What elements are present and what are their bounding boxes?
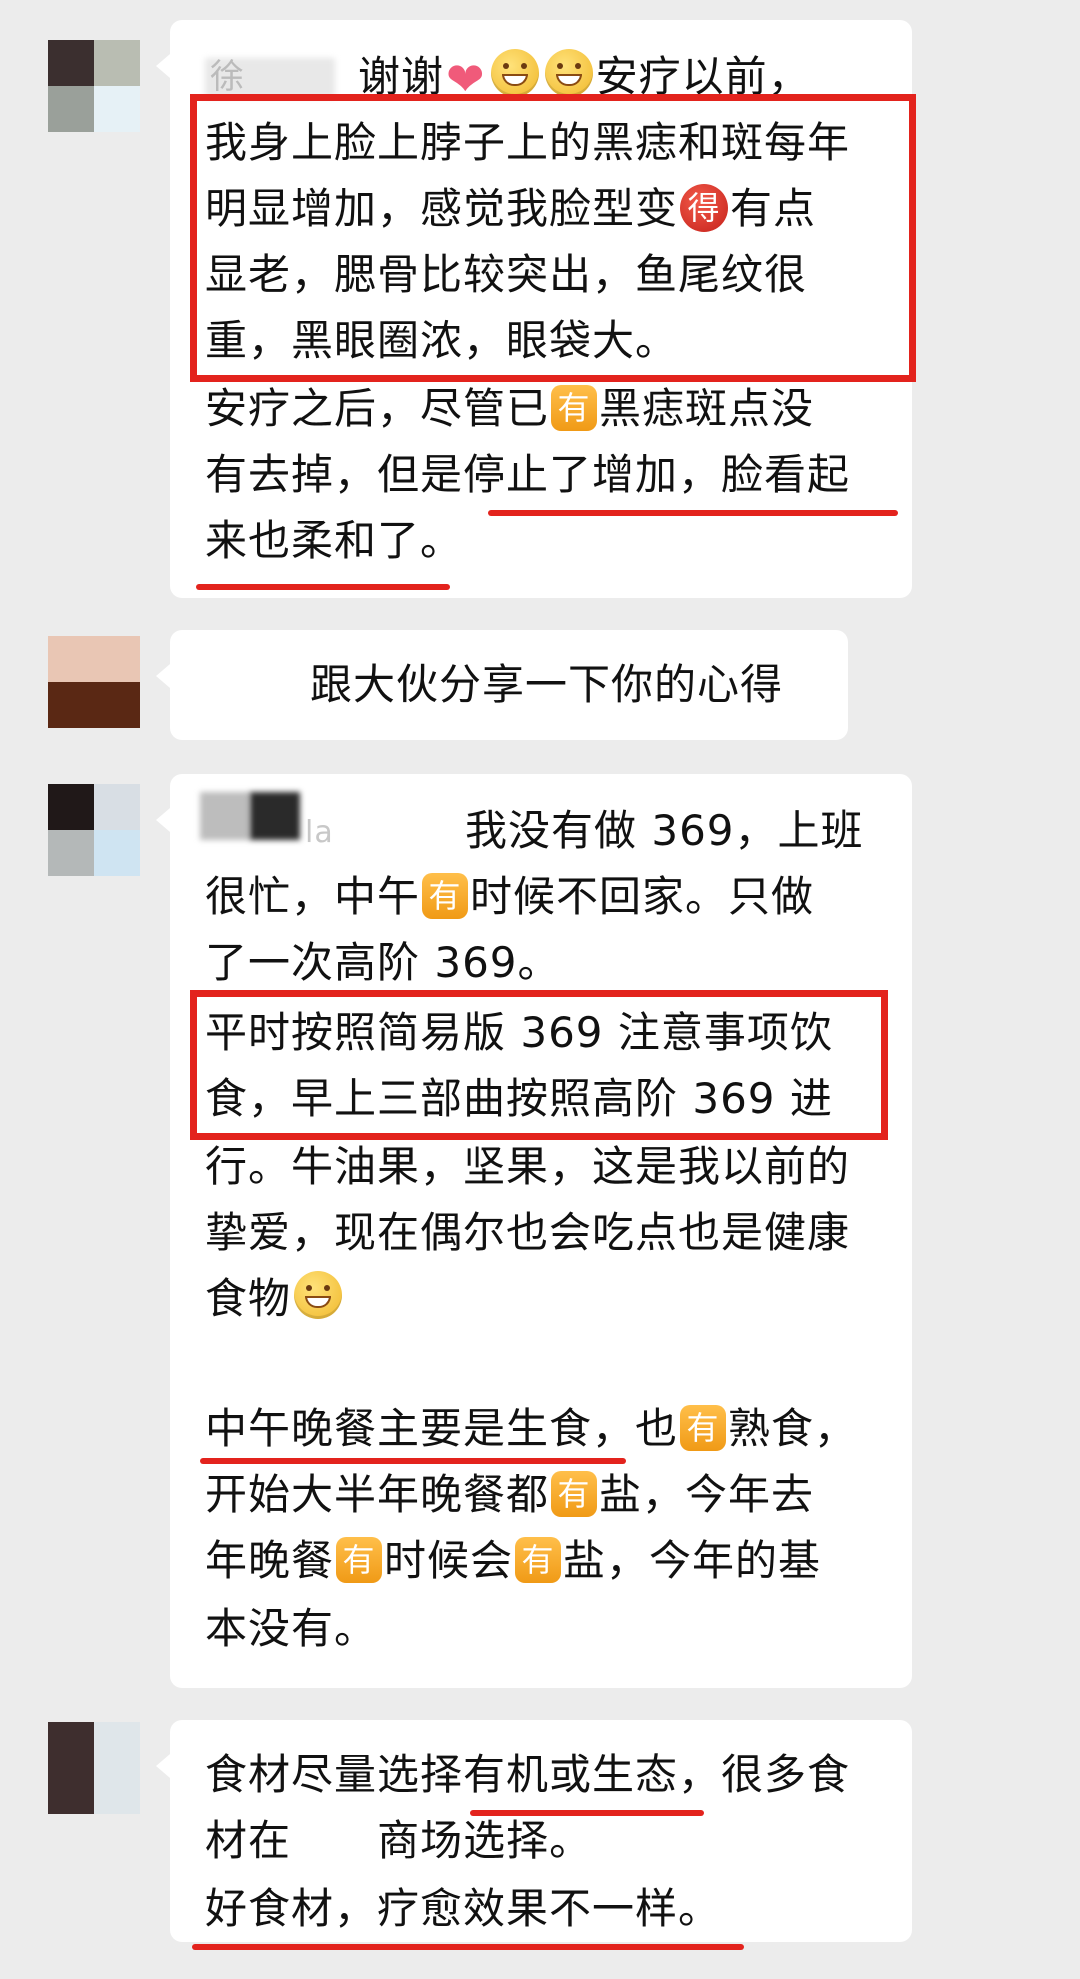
message-line: 行。牛油果，坚果，这是我以前的 [205,1134,850,1200]
text-span: 来也柔和了。 [205,516,464,565]
you-sticker-icon: 有 [551,1471,598,1517]
message-line: 食物 [205,1266,345,1332]
text-span: 本没有。 [205,1604,378,1653]
redacted-gap [291,1816,377,1865]
text-span: 食物 [205,1274,292,1323]
text-span: 黑痣斑点没 [599,384,815,433]
highlight-box [190,990,888,1140]
you-sticker-icon: 有 [515,1537,562,1583]
text-span: 食材尽量选择有机或生态，很多食 [205,1750,851,1799]
avatar[interactable] [48,784,140,876]
you-sticker-icon: 有 [422,873,469,919]
message-line: 挚爱，现在偶尔也会吃点也是健康 [205,1200,850,1266]
message-line: 中午晚餐主要是生食，也有熟食， [205,1396,857,1462]
text-span: 商场选择。 [377,1816,593,1865]
highlight-box [190,94,916,382]
text-span: 盐，今年的基 [563,1536,822,1585]
message-line: 年晚餐有时候会有盐，今年的基 [205,1528,821,1594]
text-span: 挚爱，现在偶尔也会吃点也是健康 [205,1208,851,1257]
redacted-name [250,792,300,840]
message-line: 很忙，中午有时候不回家。只做 [205,864,814,930]
text-span: 跟大伙分享一下你的心得 [310,660,784,709]
grin-emoji-icon [294,1271,343,1319]
text-span: 行。牛油果，坚果，这是我以前的 [205,1142,851,1191]
text-span: 熟食， [728,1404,858,1453]
message-line: 了一次高阶 369。 [205,930,561,996]
message-line: 材在 商场选择。 [205,1808,592,1874]
highlight-underline [470,1810,704,1816]
text-span: 中午晚餐主要是生食，也 [205,1404,679,1453]
grin-emoji-icon [544,49,593,97]
highlight-underline [192,1944,744,1950]
sender-name: la [305,815,334,850]
text-span: 好食材，疗愈效果不一样。 [205,1884,722,1933]
message-line: 开始大半年晚餐都有盐，今年去 [205,1462,814,1528]
message-line: 我没有做 369，上班 [465,798,864,864]
you-sticker-icon: 有 [336,1537,383,1583]
message-line: 来也柔和了。 [205,508,463,574]
highlight-underline [200,1458,626,1464]
grin-emoji-icon [490,49,539,97]
text-span: 安疗之后，尽管已 [205,384,550,433]
message-line: 跟大伙分享一下你的心得 [310,652,783,718]
text-span: 了一次高阶 369。 [205,938,561,987]
you-sticker-icon: 有 [551,385,598,431]
text-span: 有去掉，但是停止了增加，脸看起 [205,450,851,499]
highlight-underline [488,510,898,516]
message-line: 好食材，疗愈效果不一样。 [205,1876,721,1942]
text-span: 时候会 [384,1536,514,1585]
you-sticker-icon: 有 [680,1405,727,1451]
text-span: 我没有做 369，上班 [465,806,864,855]
message-line: 安疗之后，尽管已有黑痣斑点没 [205,376,814,442]
message-line: 食材尽量选择有机或生态，很多食 [205,1742,850,1808]
text-span: 年晚餐 [205,1536,335,1585]
text-span: 很忙，中午 [205,872,421,921]
text-span: 材在 [205,1816,292,1865]
message-line: 本没有。 [205,1596,377,1662]
text-span: 开始大半年晚餐都 [205,1470,550,1519]
message-line: 有去掉，但是停止了增加，脸看起 [205,442,850,508]
redacted-name [200,792,250,840]
highlight-underline [196,584,450,590]
text-span: 盐，今年去 [599,1470,815,1519]
text-span: 时候不回家。只做 [470,872,815,921]
avatar[interactable] [48,1722,140,1814]
avatar[interactable] [48,40,140,132]
avatar[interactable] [48,636,140,728]
